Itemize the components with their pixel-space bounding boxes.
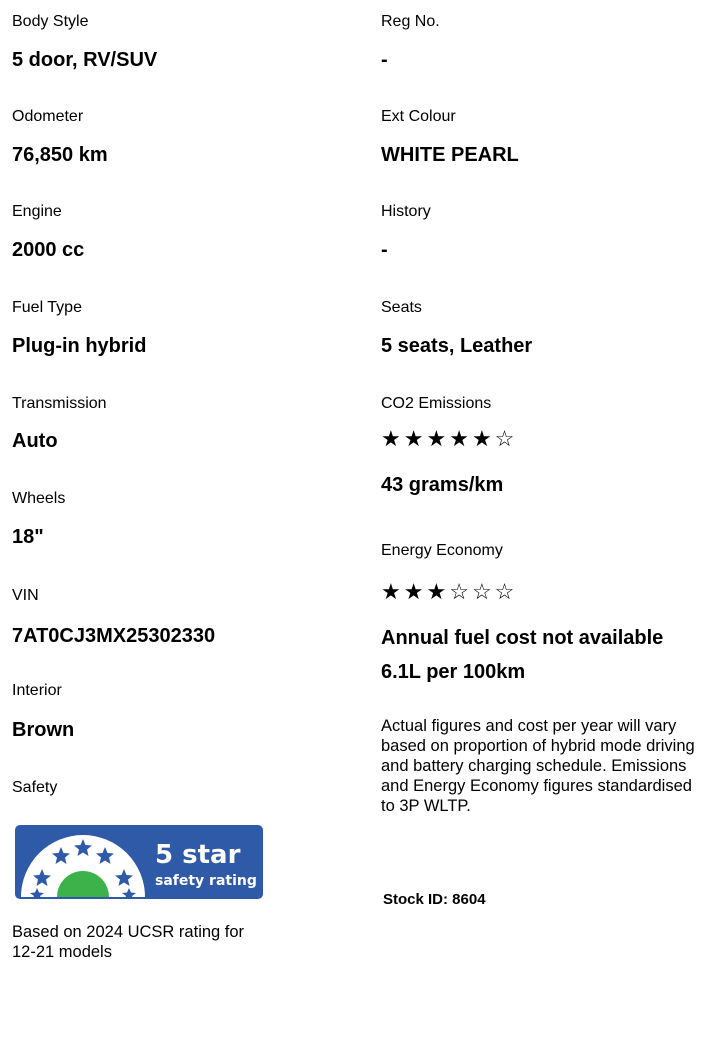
empty-star-icon: ☆ [471, 579, 495, 604]
vin-value: 7AT0CJ3MX25302330 [12, 625, 216, 647]
reg-no-label: Reg No. [381, 13, 440, 30]
filled-star-icon: ★ [449, 426, 472, 451]
fuel-type-label: Fuel Type [12, 299, 82, 316]
wheels-value: 18" [12, 526, 44, 548]
safety-label: Safety [12, 779, 58, 796]
filled-star-icon: ★ [426, 579, 450, 604]
empty-star-icon: ☆ [494, 426, 518, 451]
safety-based-on-note: Based on 2024 UCSR rating for 12-21 mode… [12, 923, 245, 961]
engine-value: 2000 cc [12, 239, 85, 261]
history-value: - [381, 239, 388, 261]
ext-colour-label: Ext Colour [381, 108, 456, 125]
odometer-label: Odometer [12, 108, 84, 125]
engine-label: Engine [12, 203, 62, 220]
body-style-value: 5 door, RV/SUV [12, 49, 158, 71]
annual-fuel-cost: Annual fuel cost not available [381, 627, 664, 649]
filled-star-icon: ★ [426, 426, 450, 451]
economy-note: Actual figures and cost per year will va… [381, 717, 695, 815]
empty-star-icon: ☆ [494, 579, 518, 604]
transmission-label: Transmission [12, 395, 107, 412]
body-style-label: Body Style [12, 13, 89, 30]
filled-star-icon: ★ [403, 579, 427, 604]
history-label: History [381, 203, 431, 220]
filled-star-icon: ★ [471, 426, 495, 451]
interior-value: Brown [12, 719, 75, 741]
vin-label: VIN [12, 587, 39, 604]
energy-economy-label: Energy Economy [381, 542, 503, 559]
co2-emissions-value: 43 grams/km [381, 474, 504, 496]
safety-rating-badge: 5 star safety rating [15, 825, 263, 899]
badge-sub-text: safety rating [155, 873, 257, 889]
filled-star-icon: ★ [403, 426, 427, 451]
interior-label: Interior [12, 682, 62, 699]
ext-colour-value: WHITE PEARL [381, 144, 519, 166]
filled-star-icon: ★ [381, 579, 404, 604]
reg-no-value: - [381, 49, 388, 71]
transmission-value: Auto [12, 430, 58, 452]
energy-economy-star-rating: ★★★☆☆☆ [381, 580, 517, 604]
co2-star-rating: ★★★★★☆ [381, 427, 517, 451]
odometer-value: 76,850 km [12, 144, 108, 166]
stock-id: Stock ID: 8604 [383, 891, 486, 908]
badge-rating-text: 5 star [155, 840, 241, 870]
fuel-type-value: Plug-in hybrid [12, 335, 147, 357]
co2-emissions-label: CO2 Emissions [381, 395, 492, 412]
empty-star-icon: ☆ [449, 579, 472, 604]
filled-star-icon: ★ [381, 426, 404, 451]
seats-label: Seats [381, 299, 422, 316]
fuel-consumption: 6.1L per 100km [381, 661, 526, 683]
wheels-label: Wheels [12, 490, 66, 507]
seats-value: 5 seats, Leather [381, 335, 533, 357]
